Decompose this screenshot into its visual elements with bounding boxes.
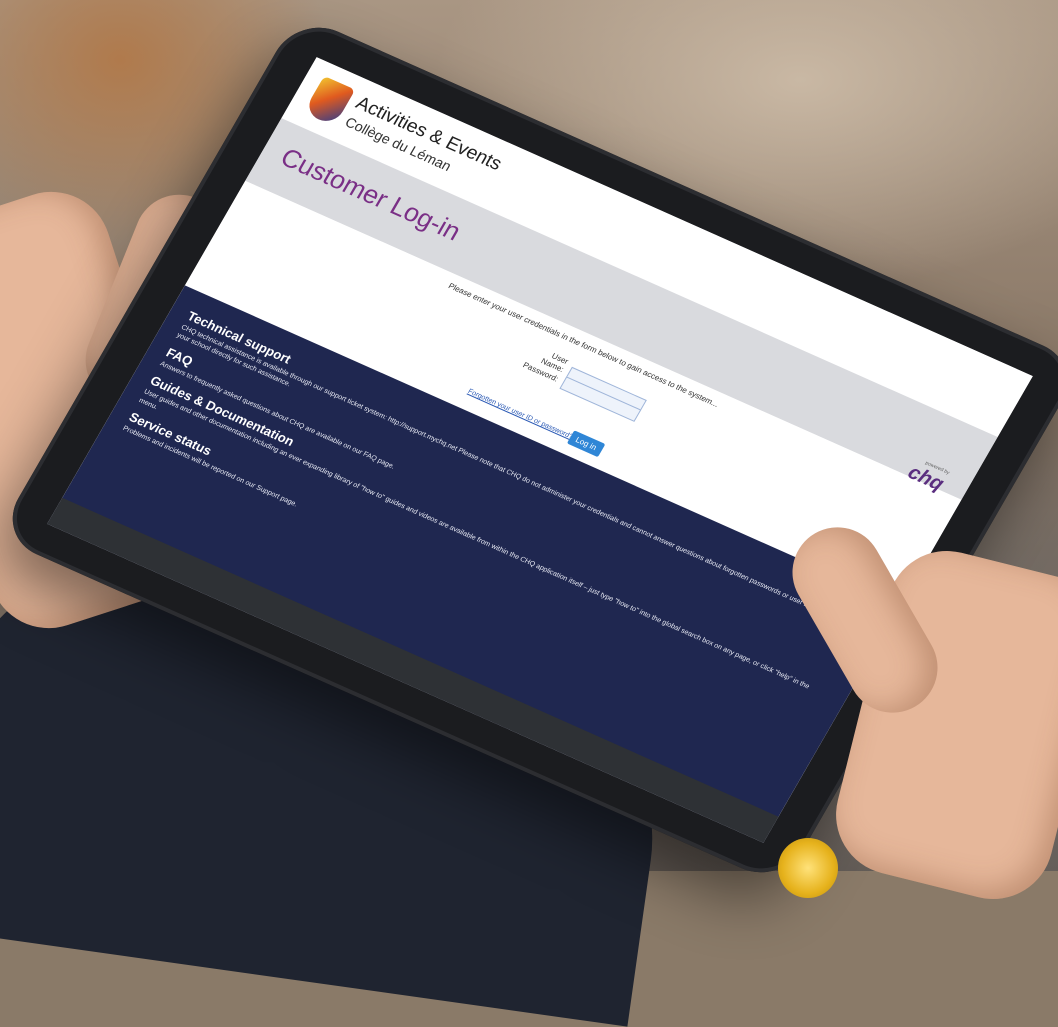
gold-seal-logo [778,838,838,898]
login-button[interactable]: Log in [566,430,606,458]
